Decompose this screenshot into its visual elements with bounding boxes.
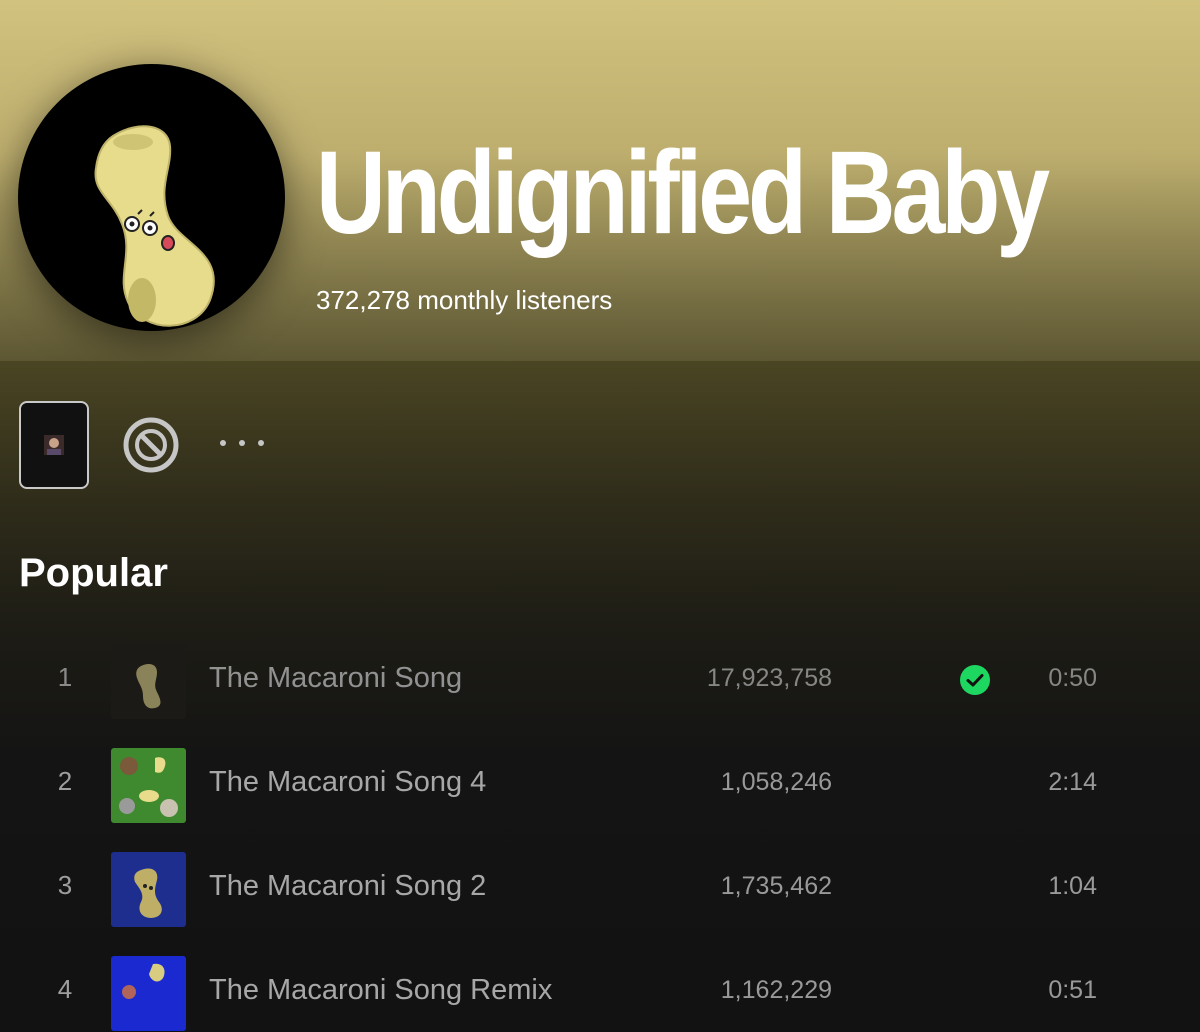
track-cover: [111, 748, 186, 823]
track-plays: 1,162,229: [720, 976, 832, 1004]
track-cover: [111, 852, 186, 927]
track-row[interactable]: 2 The Macaroni Song 4 1,058,246 2:14: [0, 748, 1200, 824]
track-duration: 0:50: [1048, 664, 1097, 692]
track-number: 4: [57, 974, 73, 1004]
more-icon-dot: [220, 440, 226, 446]
track-number: 2: [57, 766, 73, 796]
track-duration: 0:51: [1048, 976, 1097, 1004]
track-plays: 1,735,462: [720, 872, 832, 900]
track-cover: [111, 956, 186, 1031]
track-number: 3: [57, 870, 73, 900]
saved-check-icon[interactable]: [959, 664, 991, 696]
cover-macaroni-green-icon: [111, 748, 186, 823]
more-icon-dot: [239, 440, 245, 446]
track-cover: [111, 644, 186, 719]
artist-preview-button[interactable]: [19, 401, 89, 489]
popular-heading: Popular: [19, 551, 168, 595]
track-number: 1: [57, 662, 73, 692]
track-title: The Macaroni Song 4: [209, 766, 487, 798]
track-plays: 1,058,246: [720, 768, 832, 796]
track-plays: 17,923,758: [706, 664, 832, 692]
cover-macaroni-blue-icon: [111, 852, 186, 927]
track-row[interactable]: 1 The Macaroni Song 17,923,758 0:50: [0, 644, 1200, 720]
artist-avatar[interactable]: [18, 64, 285, 331]
macaroni-character-icon: [94, 125, 215, 327]
artist-preview-icon: [44, 435, 64, 455]
track-row[interactable]: 3 The Macaroni Song 2 1,735,462 1:04: [0, 852, 1200, 928]
track-duration: 2:14: [1048, 768, 1097, 796]
artist-name: Undignified Baby: [316, 127, 1050, 259]
track-row[interactable]: 4 The Macaroni Song Remix 1,162,229 0:51: [0, 956, 1200, 1032]
track-title: The Macaroni Song Remix: [209, 974, 553, 1006]
block-button[interactable]: [122, 416, 180, 474]
track-duration: 1:04: [1048, 872, 1097, 900]
cover-macaroni-remix-icon: [111, 956, 186, 1031]
monthly-listeners: 372,278 monthly listeners: [316, 285, 613, 315]
more-options-button[interactable]: [214, 428, 270, 458]
track-title: The Macaroni Song: [209, 662, 463, 694]
track-title: The Macaroni Song 2: [209, 870, 487, 902]
more-icon-dot: [258, 440, 264, 446]
block-icon: [123, 417, 179, 473]
cover-macaroni-dark-icon: [111, 644, 186, 719]
